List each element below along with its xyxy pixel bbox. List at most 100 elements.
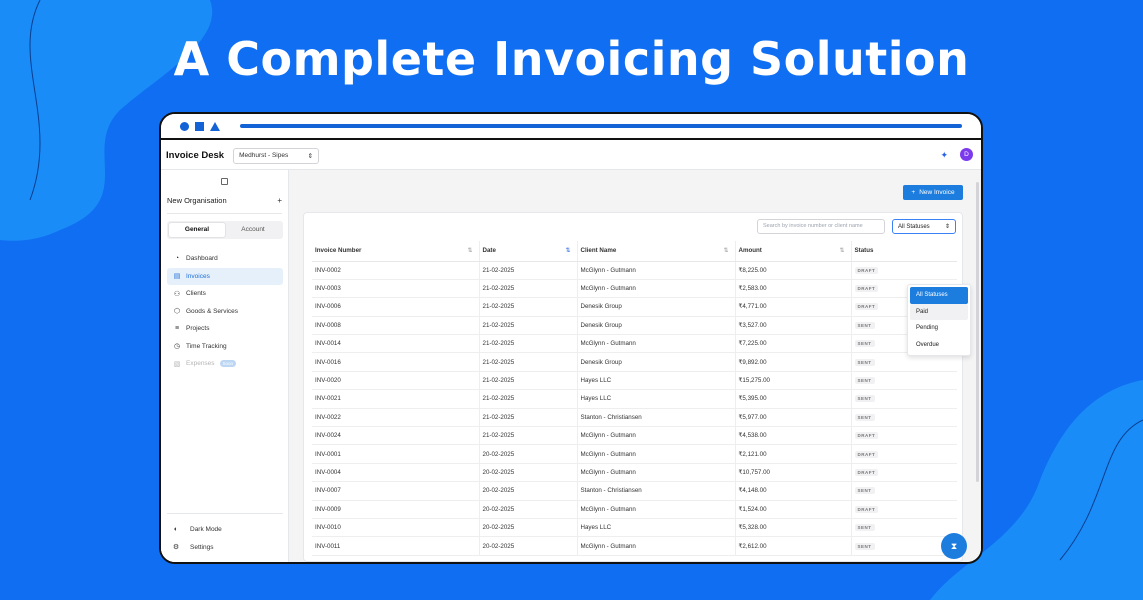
column-header-amount[interactable]: Amount ⇅ (734, 241, 851, 262)
table-row[interactable]: INV-0008 21-02-2025 Denesik Group ₹3,527.00… (312, 316, 957, 336)
invoice-number-cell: INV-0011 (312, 536, 479, 556)
table-header-row: Invoice Number ⇅ Date ⇅ Client Name ⇅ Amoun… (312, 241, 957, 262)
sidebar-bottom: ◐ Dark Mode ⚙ Settings (167, 513, 283, 556)
sort-icon: ⇅ (565, 248, 571, 254)
column-header-client-name[interactable]: Client Name ⇅ (576, 241, 735, 262)
client-name-cell: Hayes LLC (576, 371, 735, 391)
date-cell: 21-02-2025 (478, 426, 577, 446)
table-row[interactable]: INV-0020 21-02-2025 Hayes LLC ₹15,275.00 SEN… (312, 371, 957, 391)
table-row[interactable]: INV-0010 20-02-2025 Hayes LLC ₹5,328.00 SENT (312, 518, 957, 538)
sidebar-item-invoices[interactable]: ▤ Invoices (167, 267, 283, 285)
status-badge: DRAFT (854, 505, 879, 513)
status-cell: SENT (850, 518, 957, 538)
sidebar-item-projects[interactable]: ≡ Projects (167, 320, 283, 338)
organization-row: New Organisation + (167, 196, 282, 214)
sidebar-item-goods-services[interactable]: ⬡ Goods & Services (167, 303, 283, 321)
sidebar-item-time-tracking[interactable]: ◷ Time Tracking (167, 338, 283, 356)
address-bar (240, 124, 962, 128)
table-row[interactable]: INV-0024 21-02-2025 McGlynn - Gutmann ₹4,53… (312, 426, 957, 446)
dashboard-icon: ◔ (174, 255, 180, 263)
client-name-cell: McGlynn - Gutmann (576, 536, 735, 556)
sidebar-item-settings[interactable]: ⚙ Settings (167, 538, 283, 556)
organization-name: New Organisation (167, 196, 227, 205)
date-cell: 21-02-2025 (478, 371, 577, 391)
table-row[interactable]: INV-0007 20-02-2025 Stanton - Christiansen… (312, 481, 957, 501)
client-name-cell: Stanton - Christiansen (576, 481, 735, 501)
date-cell: 20-02-2025 (478, 518, 577, 538)
tab-account[interactable]: Account (225, 223, 281, 237)
invoice-number-cell: INV-0004 (312, 463, 479, 483)
invoice-number-cell: INV-0007 (312, 481, 479, 501)
table-row[interactable]: INV-0002 21-02-2025 McGlynn - Gutmann ₹8,22… (312, 261, 957, 280)
status-cell: DRAFT (850, 500, 957, 519)
gear-icon: ⚙ (172, 544, 180, 551)
sidebar-collapse-icon[interactable] (221, 178, 228, 185)
date-cell: 21-02-2025 (478, 297, 577, 317)
table-row[interactable]: INV-0001 20-02-2025 McGlynn - Gutmann ₹2,12… (312, 444, 957, 464)
status-option-pending[interactable]: Pending (910, 320, 968, 337)
soon-badge: Soon (219, 360, 237, 368)
sidebar-item-label: Clients (186, 290, 206, 298)
organization-select[interactable]: Medhurst - Sipes ⇕ (233, 147, 320, 164)
status-badge: SENT (854, 377, 875, 385)
sidebar-item-label: Projects (186, 325, 210, 333)
status-option-paid[interactable]: Paid (910, 303, 968, 320)
avatar[interactable]: D (960, 148, 973, 161)
amount-cell: ₹2,583.00 (734, 279, 851, 299)
status-cell: SENT (850, 481, 957, 501)
status-filter-value: All Statuses (898, 223, 930, 230)
status-badge: SENT (854, 542, 875, 550)
amount-cell: ₹2,612.00 (734, 536, 851, 556)
table-row[interactable]: INV-0006 21-02-2025 Denesik Group ₹4,771.00… (312, 297, 957, 317)
new-invoice-label: New Invoice (919, 189, 955, 196)
sidebar: New Organisation + General Account ◔ Das… (161, 170, 289, 562)
client-name-cell: Hayes LLC (576, 389, 735, 409)
sidebar-item-clients[interactable]: ⚇ Clients (167, 285, 283, 303)
scrollbar[interactable] (976, 182, 979, 482)
add-organization-button[interactable]: + (277, 196, 282, 205)
table-row[interactable]: INV-0009 20-02-2025 McGlynn - Gutmann ₹1,52… (312, 500, 957, 519)
sparkle-icon[interactable]: ✦ (940, 150, 948, 161)
client-name-cell: Hayes LLC (576, 518, 735, 538)
invoice-number-cell: INV-0016 (312, 352, 479, 372)
status-cell: SENT (850, 389, 957, 409)
status-option-overdue[interactable]: Overdue (910, 337, 968, 354)
amount-cell: ₹1,524.00 (734, 500, 851, 519)
chevron-updown-icon: ⇕ (944, 224, 950, 230)
amount-cell: ₹2,121.00 (734, 444, 851, 464)
client-name-cell: Stanton - Christiansen (576, 408, 735, 428)
receipt-icon: ▧ (173, 360, 181, 368)
sidebar-item-dashboard[interactable]: ◔ Dashboard (167, 250, 283, 268)
new-invoice-button[interactable]: + New Invoice (903, 185, 963, 200)
search-input[interactable]: Search by invoice number or client name (757, 219, 885, 234)
tab-general[interactable]: General (169, 223, 225, 237)
chevron-updown-icon: ⇕ (307, 152, 314, 160)
table-row[interactable]: INV-0003 21-02-2025 McGlynn - Gutmann ₹2,58… (312, 279, 957, 299)
column-header-status[interactable]: Status (850, 241, 957, 262)
timer-fab-button[interactable]: ⧗ (941, 533, 967, 559)
status-badge: DRAFT (854, 303, 879, 311)
sidebar-item-label: Settings (190, 543, 214, 551)
status-option-all[interactable]: All Statuses (910, 287, 968, 304)
invoice-number-cell: INV-0010 (312, 518, 479, 538)
column-header-invoice-number[interactable]: Invoice Number ⇅ (312, 241, 479, 262)
status-badge: SENT (854, 524, 875, 532)
status-badge: DRAFT (854, 468, 879, 476)
client-name-cell: McGlynn - Gutmann (576, 279, 735, 299)
square-icon (195, 121, 204, 131)
table-row[interactable]: INV-0004 20-02-2025 McGlynn - Gutmann ₹10,7… (312, 463, 957, 483)
client-name-cell: McGlynn - Gutmann (576, 334, 735, 354)
client-name-cell: Denesik Group (576, 297, 735, 317)
table-row[interactable]: INV-0022 21-02-2025 Stanton - Christiansen… (312, 408, 957, 428)
column-header-date[interactable]: Date ⇅ (478, 241, 577, 262)
dark-mode-toggle[interactable]: ◐ Dark Mode (167, 520, 283, 538)
table-row[interactable]: INV-0016 21-02-2025 Denesik Group ₹9,892.00… (312, 352, 957, 372)
amount-cell: ₹4,538.00 (734, 426, 851, 446)
plus-icon: + (911, 189, 916, 196)
sidebar-item-expenses: ▧ Expenses Soon (167, 355, 283, 373)
status-filter-select[interactable]: All Statuses ⇕ (892, 219, 956, 234)
table-row[interactable]: INV-0021 21-02-2025 Hayes LLC ₹5,395.00 SENT (312, 389, 957, 409)
table-row[interactable]: INV-0014 21-02-2025 McGlynn - Gutmann ₹7,22… (312, 334, 957, 354)
sidebar-item-label: Expenses (186, 360, 215, 368)
table-row[interactable]: INV-0011 20-02-2025 McGlynn - Gutmann ₹2,61… (312, 536, 957, 556)
